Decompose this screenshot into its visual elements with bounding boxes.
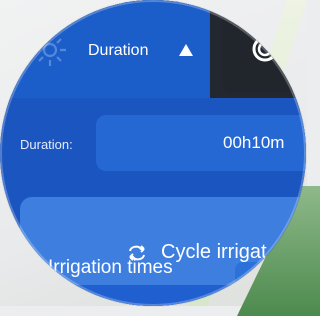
tab-duration-label: Duration <box>88 42 149 59</box>
power-icon <box>252 36 278 62</box>
tab-power[interactable] <box>222 0 306 92</box>
tab-duration[interactable]: Duration <box>0 0 210 98</box>
duration-label: Duration: <box>20 137 73 152</box>
gear-icon <box>34 34 66 66</box>
duration-value: 00h10m <box>223 133 285 152</box>
irrigation-times-label: Irrigation times <box>48 257 173 278</box>
bottom-panel <box>30 285 306 306</box>
cycle-irrigation-label[interactable]: Cycle irrigat <box>161 241 267 264</box>
magnified-view: Duration Duration: 00h10m Cycle irrigat … <box>0 0 306 306</box>
up-triangle-icon[interactable] <box>179 44 193 56</box>
